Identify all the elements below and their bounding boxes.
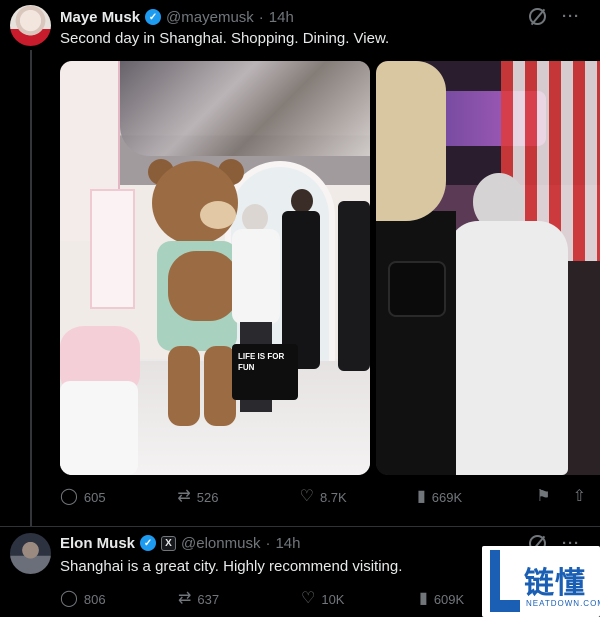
repost-icon: ⇄ <box>178 590 192 607</box>
views-button[interactable]: ▮ 669K <box>417 489 536 505</box>
timestamp[interactable]: 14h <box>275 535 300 552</box>
tweet-photo-2[interactable] <box>376 61 600 475</box>
like-count: 10K <box>321 591 345 607</box>
person-right <box>338 201 370 371</box>
views-chart-icon: ▮ <box>419 590 428 607</box>
tweet-header: Elon Musk ✓ X @elonmusk · 14h <box>60 534 300 552</box>
verified-badge-icon[interactable]: ✓ <box>140 535 157 551</box>
bear-arm <box>168 251 238 321</box>
watermark-logo-icon <box>486 550 520 612</box>
tweet-text: Second day in Shanghai. Shopping. Dining… <box>60 30 390 47</box>
reply-count: 605 <box>83 489 106 505</box>
thread-connector-line <box>30 50 32 526</box>
views-chart-icon: ▮ <box>416 488 426 505</box>
heart-icon: ♡ <box>301 590 316 607</box>
reply-button[interactable]: ◯ 806 <box>60 591 178 607</box>
grok-icon[interactable] <box>529 8 546 25</box>
author-handle[interactable]: @elonmusk <box>181 535 260 552</box>
separator-dot: · <box>265 534 271 552</box>
bear-snout <box>200 201 236 229</box>
separator-dot: · <box>258 8 264 26</box>
avatar[interactable] <box>10 533 51 574</box>
tweet-header: Maye Musk ✓ @mayemusk · 14h <box>60 8 294 26</box>
view-count: 669K <box>431 489 463 505</box>
watermark-domain-text: NEATDOWN.COM <box>526 599 600 608</box>
repost-count: 526 <box>196 489 219 505</box>
display-table <box>60 381 138 475</box>
repost-icon: ⇄ <box>177 488 191 505</box>
reply-icon: ◯ <box>60 488 78 505</box>
photographer <box>376 211 456 475</box>
x-affiliate-badge-icon[interactable]: X <box>161 535 177 551</box>
site-watermark: 链懂 NEATDOWN.COM <box>482 546 600 617</box>
share-icon[interactable]: ⇧ <box>573 489 586 505</box>
avatar[interactable] <box>10 5 51 46</box>
reply-icon: ◯ <box>60 590 78 607</box>
shopping-bag: LIFE IS FOR FUN <box>232 344 298 400</box>
tweet-photo-1[interactable]: LIFE IS FOR FUN <box>60 61 370 475</box>
author-name[interactable]: Maye Musk <box>60 9 140 26</box>
repost-count: 637 <box>197 591 220 607</box>
tweet-action-bar: ◯ 605 ⇄ 526 ♡ 8.7K ▮ 669K ⚑ ⇧ <box>60 487 586 507</box>
tweet-top-actions: ··· <box>529 8 580 25</box>
like-button[interactable]: ♡ 8.7K <box>300 489 417 505</box>
tweet-secondary-actions: ⚑ ⇧ <box>536 489 586 505</box>
like-button[interactable]: ♡ 10K <box>301 591 419 607</box>
person-in-black <box>282 189 320 369</box>
repost-button[interactable]: ⇄ 526 <box>177 489 299 505</box>
camera <box>388 261 446 317</box>
author-name[interactable]: Elon Musk <box>60 535 135 552</box>
reply-button[interactable]: ◯ 605 <box>60 489 177 505</box>
reply-count: 806 <box>83 591 106 607</box>
bookmark-icon[interactable]: ⚑ <box>536 489 550 505</box>
bear-leg <box>168 346 200 426</box>
blond-hair <box>376 61 446 221</box>
mirror-ceiling <box>120 61 370 156</box>
wall-poster <box>90 189 135 309</box>
author-handle[interactable]: @mayemusk <box>166 9 254 26</box>
tweet-text: Shanghai is a great city. Highly recomme… <box>60 558 403 575</box>
more-options-icon[interactable]: ··· <box>562 8 580 25</box>
like-count: 8.7K <box>319 489 347 505</box>
watermark-chinese-text: 链懂 <box>524 566 586 601</box>
woman-white-coat <box>448 221 568 475</box>
tweet-maye-musk[interactable]: Maye Musk ✓ @mayemusk · 14h ··· Second d… <box>0 0 600 527</box>
heart-icon: ♡ <box>299 488 314 505</box>
repost-button[interactable]: ⇄ 637 <box>178 591 301 607</box>
timestamp[interactable]: 14h <box>269 9 294 26</box>
verified-badge-icon[interactable]: ✓ <box>145 9 162 25</box>
view-count: 609K <box>433 591 465 607</box>
